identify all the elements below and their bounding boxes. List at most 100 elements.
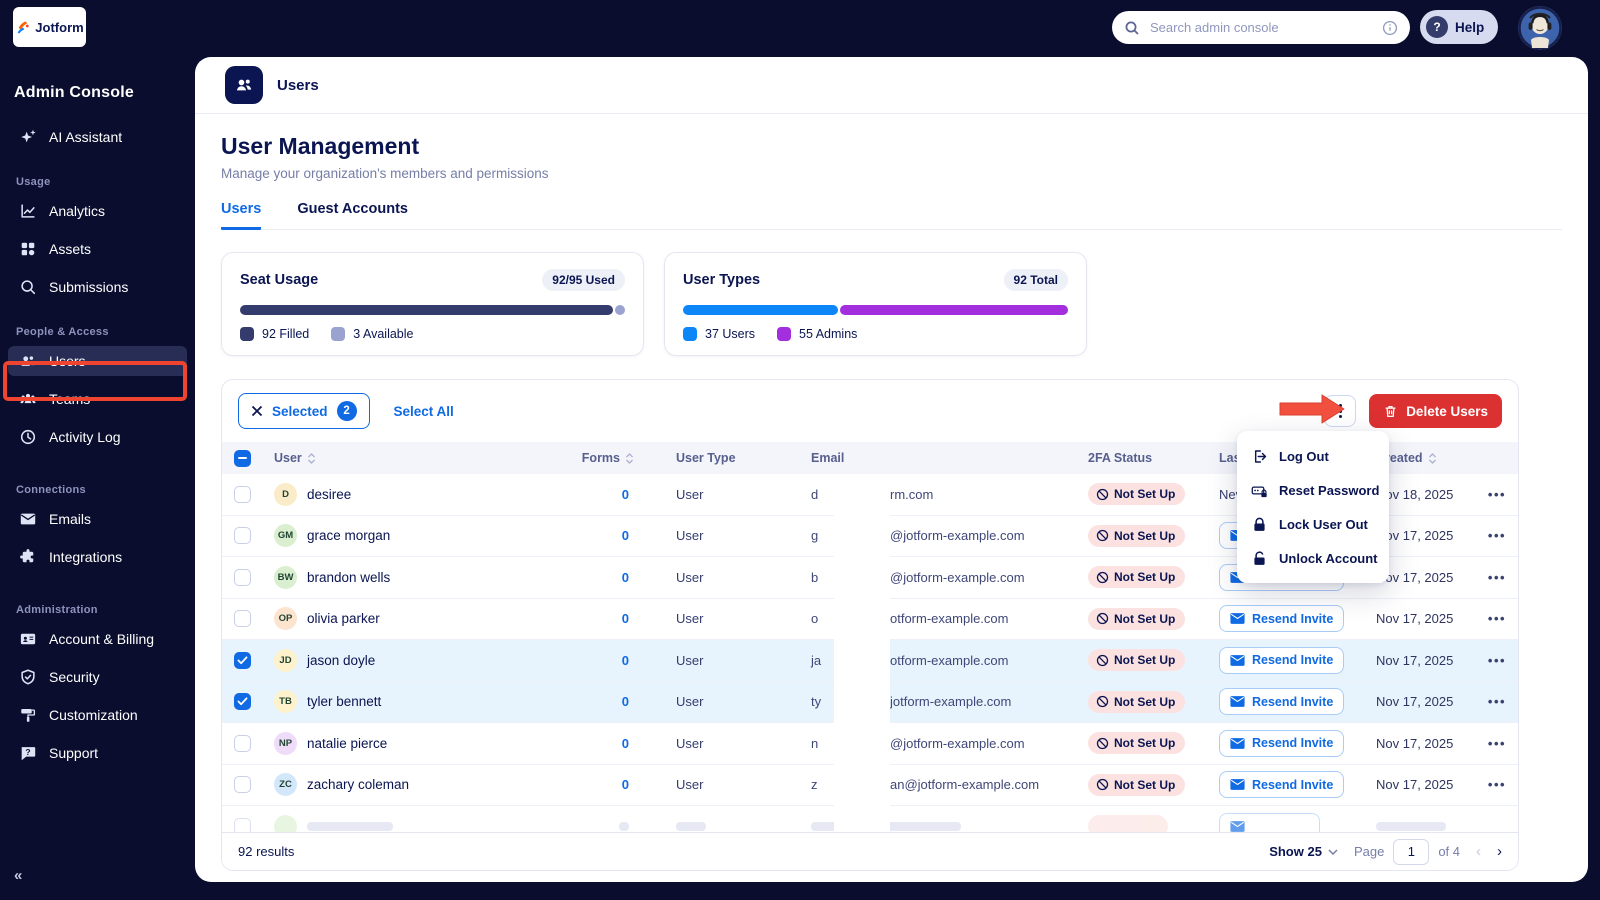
selected-filter-button[interactable]: Selected 2 bbox=[238, 393, 370, 429]
forms-count[interactable]: 0 bbox=[622, 487, 629, 502]
forms-count[interactable]: 0 bbox=[622, 611, 629, 626]
info-icon[interactable] bbox=[1382, 20, 1398, 36]
row-checkbox[interactable] bbox=[234, 568, 251, 586]
tfa-badge: Not Set Up bbox=[1088, 773, 1186, 796]
row-checkbox[interactable] bbox=[234, 610, 251, 628]
seat-available-segment bbox=[614, 305, 625, 315]
delete-users-button[interactable]: Delete Users bbox=[1369, 394, 1502, 428]
user-name: jason doyle bbox=[307, 652, 376, 668]
resend-invite-button[interactable]: Resend Invite bbox=[1219, 771, 1345, 799]
slash-icon bbox=[1096, 571, 1109, 584]
row-actions-button[interactable]: ••• bbox=[1488, 487, 1506, 502]
avatar: OP bbox=[274, 607, 297, 631]
user-types-card: User Types 92 Total 37 Users 55 Admins bbox=[664, 252, 1087, 356]
row-actions-button[interactable]: ••• bbox=[1488, 611, 1506, 626]
avatar: NP bbox=[274, 731, 297, 755]
user-type: User bbox=[676, 694, 704, 710]
forms-count[interactable]: 0 bbox=[622, 528, 629, 543]
menu-item-unlock-account[interactable]: Unlock Account bbox=[1237, 541, 1389, 575]
sidebar-item-analytics[interactable]: Analytics bbox=[8, 196, 187, 226]
search-input[interactable] bbox=[1148, 19, 1374, 36]
menu-item-lock-user-out[interactable]: Lock User Out bbox=[1237, 507, 1389, 541]
help-icon: ? bbox=[1426, 16, 1448, 38]
sidebar-item-activity-log[interactable]: Activity Log bbox=[8, 422, 187, 452]
sidebar-item-integrations[interactable]: Integrations bbox=[8, 542, 187, 572]
forms-count[interactable]: 0 bbox=[622, 777, 629, 792]
shield-icon bbox=[18, 668, 37, 687]
slash-icon bbox=[1096, 695, 1109, 708]
row-actions-button[interactable]: ••• bbox=[1488, 570, 1506, 585]
previous-page-button[interactable]: ‹ bbox=[1476, 843, 1481, 860]
sidebar-item-ai-assistant[interactable]: AI Assistant bbox=[8, 122, 187, 152]
row-checkbox[interactable] bbox=[234, 651, 251, 669]
brush-icon bbox=[18, 706, 37, 725]
sidebar-item-assets[interactable]: Assets bbox=[8, 234, 187, 264]
resend-invite-button[interactable]: Resend Invite bbox=[1219, 729, 1345, 757]
row-actions-button[interactable]: ••• bbox=[1488, 736, 1506, 751]
jotform-logo-icon bbox=[15, 19, 31, 35]
slash-icon bbox=[1096, 654, 1109, 667]
resend-invite-button[interactable]: Resend Invite bbox=[1219, 688, 1345, 716]
menu-item-log-out[interactable]: Log Out bbox=[1237, 439, 1389, 473]
select-all-checkbox[interactable] bbox=[234, 449, 251, 467]
resend-invite-button[interactable] bbox=[1219, 812, 1320, 832]
sidebar-item-security[interactable]: Security bbox=[8, 662, 187, 692]
page-header: Users bbox=[195, 57, 1588, 114]
clear-selection-icon[interactable] bbox=[251, 405, 263, 417]
slash-icon bbox=[1096, 737, 1109, 750]
row-checkbox[interactable] bbox=[234, 485, 251, 503]
row-checkbox[interactable] bbox=[234, 776, 251, 794]
email-cell: ty jotform-example.com bbox=[811, 694, 1012, 710]
sidebar-collapse-button[interactable]: « bbox=[14, 867, 22, 884]
sidebar-section-administration: Administration bbox=[16, 604, 98, 616]
forms-count[interactable]: 0 bbox=[622, 694, 629, 709]
sidebar-title: Admin Console bbox=[14, 84, 134, 101]
header-user[interactable]: User bbox=[266, 451, 556, 465]
legend-available: 3 Available bbox=[331, 327, 414, 341]
header-forms[interactable]: Forms bbox=[556, 451, 636, 465]
forms-count[interactable]: 0 bbox=[622, 653, 629, 668]
menu-item-reset-password[interactable]: Reset Password bbox=[1237, 473, 1389, 507]
tfa-badge: Not Set Up bbox=[1088, 690, 1186, 713]
resend-invite-button[interactable]: Resend Invite bbox=[1219, 605, 1345, 633]
sidebar-section-people-access: People & Access bbox=[16, 326, 109, 338]
tab-users[interactable]: Users bbox=[221, 201, 262, 230]
tab-guest-accounts[interactable]: Guest Accounts bbox=[297, 201, 408, 230]
row-checkbox[interactable] bbox=[234, 693, 251, 711]
sidebar-item-submissions[interactable]: Submissions bbox=[8, 272, 187, 302]
sidebar-item-emails[interactable]: Emails bbox=[8, 504, 187, 534]
row-actions-button[interactable]: ••• bbox=[1488, 653, 1506, 668]
page-of-label: of 4 bbox=[1438, 844, 1460, 859]
resend-invite-button[interactable]: Resend Invite bbox=[1219, 646, 1345, 674]
row-actions-button[interactable]: ••• bbox=[1488, 694, 1506, 709]
select-all-link[interactable]: Select All bbox=[394, 404, 454, 419]
row-actions-button[interactable]: ••• bbox=[1488, 777, 1506, 792]
row-checkbox[interactable] bbox=[234, 734, 251, 752]
header-created[interactable]: Created bbox=[1376, 451, 1476, 465]
rows-per-page-select[interactable]: Show 25 bbox=[1269, 844, 1338, 859]
page-title: User Management bbox=[221, 133, 420, 159]
slash-icon bbox=[1096, 612, 1109, 625]
forms-count[interactable]: 0 bbox=[622, 736, 629, 751]
admin-search[interactable] bbox=[1112, 11, 1410, 44]
chart-icon bbox=[18, 202, 37, 221]
sidebar-item-support[interactable]: ? Support bbox=[8, 738, 187, 768]
sidebar: Admin Console AI Assistant Usage Analytic… bbox=[0, 57, 195, 900]
help-button[interactable]: ? Help bbox=[1420, 10, 1499, 44]
chevron-down-icon bbox=[1328, 848, 1338, 855]
account-avatar[interactable] bbox=[1518, 6, 1562, 50]
sidebar-item-customization[interactable]: Customization bbox=[8, 700, 187, 730]
user-type: User bbox=[676, 569, 704, 585]
next-page-button[interactable]: › bbox=[1497, 843, 1502, 860]
forms-count[interactable]: 0 bbox=[622, 570, 629, 585]
page-subtitle: Manage your organization's members and p… bbox=[221, 166, 549, 181]
jotform-logo[interactable]: Jotform bbox=[13, 7, 86, 47]
created-date: Nov 17, 2025 bbox=[1376, 611, 1454, 627]
sidebar-item-account-billing[interactable]: Account & Billing bbox=[8, 624, 187, 654]
user-name: tyler bennett bbox=[307, 694, 382, 710]
row-checkbox[interactable] bbox=[234, 527, 251, 545]
tfa-badge: Not Set Up bbox=[1088, 732, 1186, 755]
row-checkbox[interactable] bbox=[234, 817, 251, 832]
page-number-input[interactable] bbox=[1393, 838, 1430, 865]
row-actions-button[interactable]: ••• bbox=[1488, 528, 1506, 543]
